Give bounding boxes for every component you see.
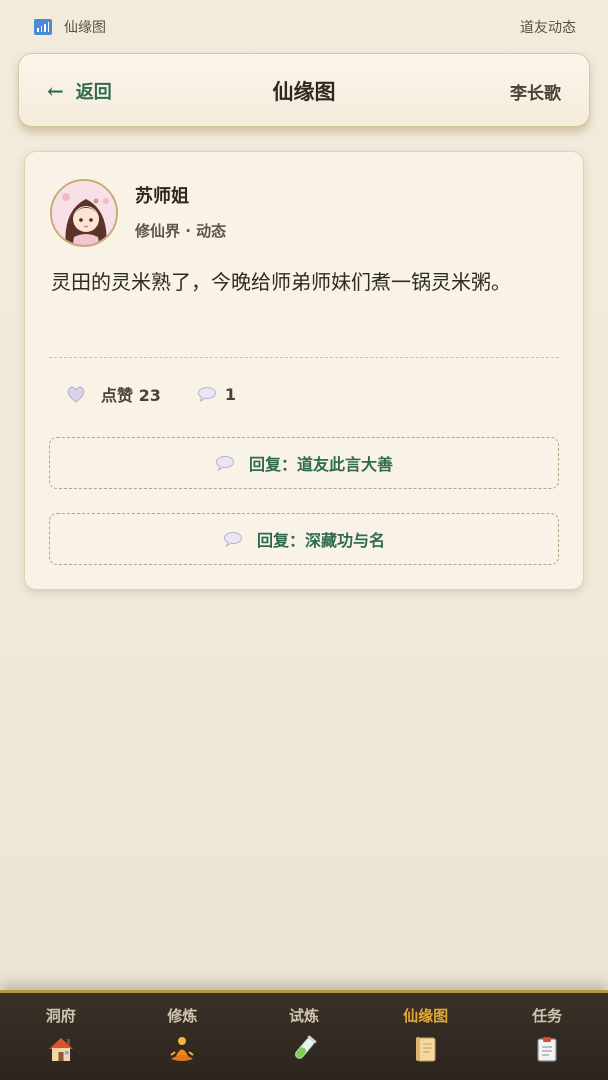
post-actions: 点赞 23 1 [65,382,236,406]
status-right-text: 道友动态 [520,20,576,36]
nav-label: 试炼 [288,1007,319,1025]
reply-button[interactable]: 回复：道友此言大善 [49,437,559,489]
reply-text: 回复：道友此言大善 [248,455,393,474]
status-app-name: 仙缘图 [64,20,106,36]
test-tube-icon [294,1035,317,1059]
back-label: 返回 [75,82,112,103]
like-button[interactable]: 点赞 23 [65,382,161,406]
nav-item-renwu[interactable]: 任务 [486,993,608,1080]
nav-item-xiulian[interactable]: 修炼 [122,993,244,1080]
meditation-icon [170,1037,194,1061]
like-label: 点赞 23 [101,386,161,405]
divider [49,357,559,358]
bottom-nav: 洞府 修炼 试炼 仙缘图 任务 [0,990,608,1080]
reply-text: 回复：深藏功与名 [256,531,385,550]
comment-count: 1 [224,384,236,404]
author-name[interactable]: 苏师姐 [135,182,189,208]
heart-icon [67,386,85,403]
nav-item-dongfu[interactable]: 洞府 [0,993,122,1080]
speech-bubble-icon [223,532,242,547]
nav-label: 任务 [532,1007,563,1025]
reply-button[interactable]: 回复：深藏功与名 [49,513,559,565]
nav-label: 仙缘图 [403,1007,449,1025]
nav-label: 洞府 [45,1007,76,1025]
status-left: 仙缘图 [34,17,106,37]
current-user-name[interactable]: 李长歌 [510,79,561,104]
post-meta: 修仙界 · 动态 [135,222,227,240]
speech-bubble-icon [197,387,216,402]
top-header: ← 返回 仙缘图 李长歌 [18,53,590,129]
speech-bubble-icon [215,456,234,471]
signal-icon [34,19,52,35]
house-icon [48,1038,73,1061]
post-content: 灵田的灵米熟了，今晚给师弟师妹们煮一锅灵米粥。 [51,270,511,294]
scroll-icon [415,1037,436,1062]
clipboard-icon [537,1037,557,1062]
nav-item-xianyuantu[interactable]: 仙缘图 [365,993,487,1080]
post-card: 苏师姐 修仙界 · 动态 灵田的灵米熟了，今晚给师弟师妹们煮一锅灵米粥。 点赞 … [24,151,584,590]
status-bar: 仙缘图 道友动态 [0,0,608,54]
nav-label: 修炼 [167,1007,198,1025]
back-button[interactable]: ← 返回 [47,78,112,104]
avatar[interactable] [50,179,118,247]
comment-button[interactable]: 1 [197,385,236,404]
arrow-left-icon: ← [47,79,64,103]
nav-item-shilian[interactable]: 试炼 [243,993,365,1080]
